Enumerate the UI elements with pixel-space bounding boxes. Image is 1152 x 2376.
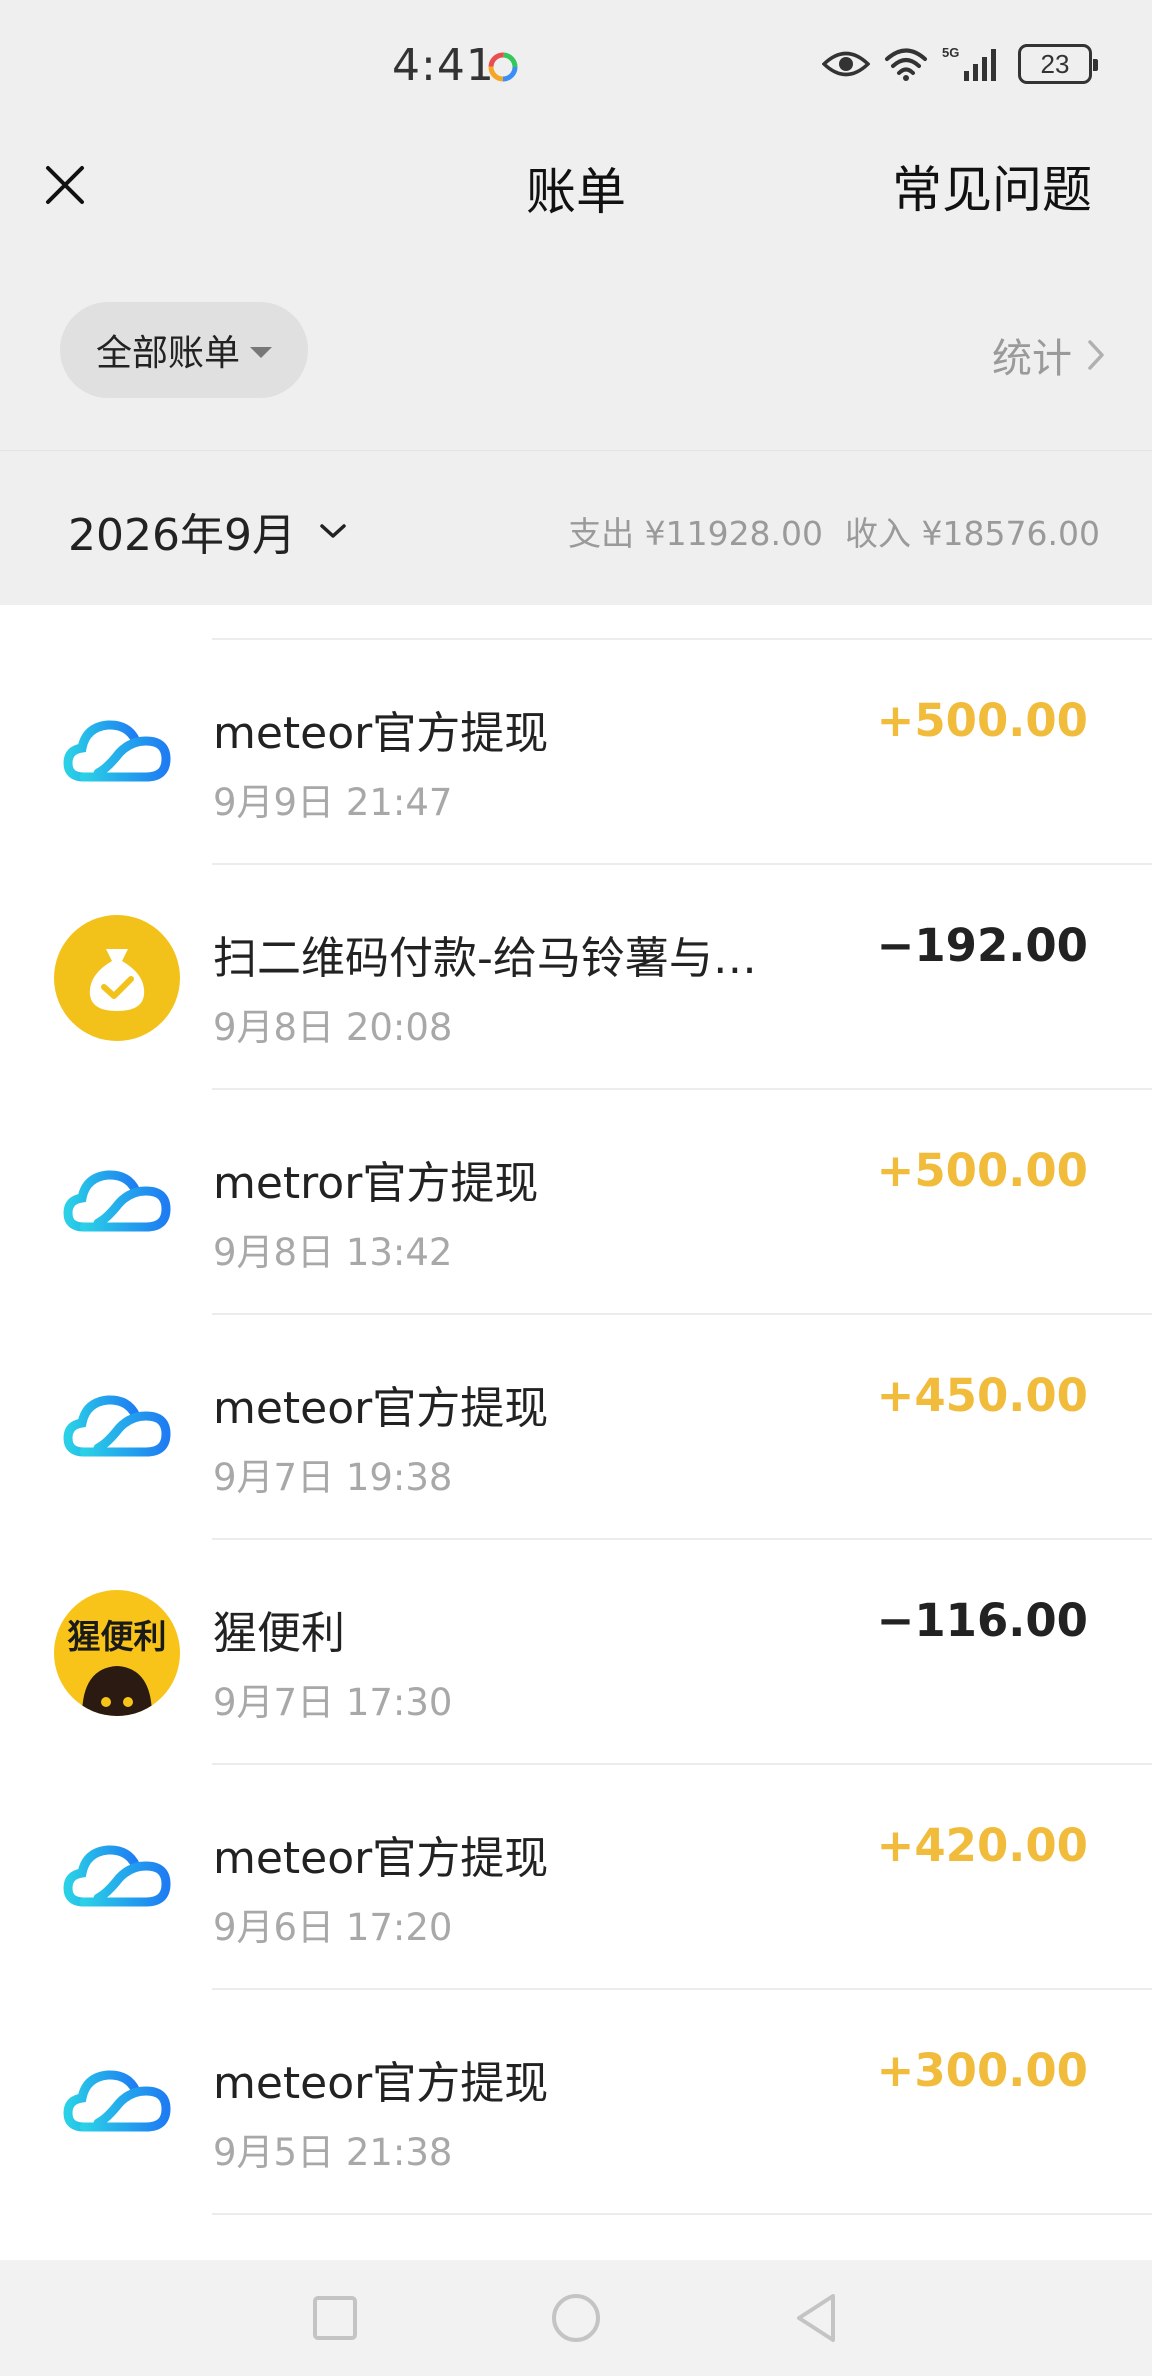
app-notification-icon xyxy=(488,52,518,82)
transaction-time: 9月7日 19:38 xyxy=(213,1456,453,1499)
list-divider xyxy=(212,2213,1152,2215)
transaction-title: meteor官方提现 xyxy=(213,708,549,759)
filter-row: 全部账单 统计 xyxy=(0,250,1152,450)
chevron-down-icon xyxy=(320,524,346,538)
transaction-amount: +450.00 xyxy=(876,1369,1088,1422)
transaction-amount: +500.00 xyxy=(876,1144,1088,1197)
cloud-icon xyxy=(54,2040,180,2166)
transaction-row[interactable]: meteor官方提现 9月6日 17:20 +420.00 xyxy=(0,1765,1152,1990)
statistics-link[interactable]: 统计 xyxy=(992,326,1106,384)
cloud-icon xyxy=(54,1815,180,1941)
transaction-row[interactable]: 猩便利 猩便利 9月7日 17:30 −116.00 xyxy=(0,1540,1152,1765)
network-type-label: 5G xyxy=(942,45,959,60)
chevron-right-icon xyxy=(1088,340,1104,370)
transaction-row[interactable]: meteor官方提现 9月9日 21:47 +500.00 xyxy=(0,640,1152,865)
logo-text: 猩便利 xyxy=(67,1617,167,1656)
month-summary: 支出 ¥11928.00 收入 ¥18576.00 xyxy=(568,507,1100,555)
status-icons: 5G 23 xyxy=(822,42,1098,86)
home-icon[interactable] xyxy=(544,2286,608,2350)
status-time: 4:41 xyxy=(392,40,495,91)
battery-level: 23 xyxy=(1040,48,1070,79)
transaction-amount: −192.00 xyxy=(876,919,1088,972)
cloud-icon xyxy=(54,1140,180,1266)
cloud-icon xyxy=(54,690,180,816)
cellular-signal-icon: 5G xyxy=(942,45,996,81)
transaction-time: 9月5日 21:38 xyxy=(213,2131,453,2174)
transaction-time: 9月8日 20:08 xyxy=(213,1006,453,1049)
month-label: 2026年9月 xyxy=(68,510,296,561)
transaction-title: meteor官方提现 xyxy=(213,2058,549,2109)
transaction-row[interactable]: meteor官方提现 9月5日 21:38 +300.00 xyxy=(0,1990,1152,2215)
header-bar: 账单 常见问题 xyxy=(0,120,1152,250)
faq-link[interactable]: 常见问题 xyxy=(892,150,1092,222)
transaction-list[interactable]: meteor官方提现 9月9日 21:47 +500.00 扫二维码付款-给马铃… xyxy=(0,605,1152,2260)
transaction-amount: −116.00 xyxy=(876,1594,1088,1647)
eye-icon xyxy=(822,51,870,77)
transaction-title: 扫二维码付款-给马铃薯与… xyxy=(213,933,757,984)
transaction-title: meteor官方提现 xyxy=(213,1833,549,1884)
caret-down-icon xyxy=(250,346,272,358)
cloud-icon xyxy=(54,1365,180,1491)
income-total: 收入 ¥18576.00 xyxy=(845,514,1100,553)
battery-indicator: 23 xyxy=(1018,44,1098,84)
wifi-icon xyxy=(885,48,927,81)
transaction-time: 9月6日 17:20 xyxy=(213,1906,453,1949)
system-nav-bar xyxy=(0,2260,1152,2376)
month-selector[interactable]: 2026年9月 xyxy=(68,499,348,563)
close-icon[interactable] xyxy=(40,160,90,210)
recents-icon[interactable] xyxy=(303,2286,367,2350)
transaction-time: 9月9日 21:47 xyxy=(213,781,453,824)
transaction-title: metror官方提现 xyxy=(213,1158,539,1209)
transaction-row[interactable]: 扫二维码付款-给马铃薯与… 9月8日 20:08 −192.00 xyxy=(0,865,1152,1090)
month-bar: 2026年9月 支出 ¥11928.00 收入 ¥18576.00 xyxy=(0,450,1152,605)
transaction-amount: +500.00 xyxy=(876,694,1088,747)
bill-type-label: 全部账单 xyxy=(95,333,240,374)
back-icon[interactable] xyxy=(785,2286,849,2350)
money-bag-icon xyxy=(54,915,180,1041)
xingbianli-logo: 猩便利 xyxy=(54,1590,180,1716)
transaction-time: 9月8日 13:42 xyxy=(213,1231,453,1274)
status-bar: 4:41 5G 23 xyxy=(0,0,1152,120)
expense-total: 支出 ¥11928.00 xyxy=(568,514,824,553)
transaction-time: 9月7日 17:30 xyxy=(213,1681,453,1724)
bill-type-dropdown[interactable]: 全部账单 xyxy=(60,302,308,398)
transaction-title: 猩便利 xyxy=(213,1608,345,1659)
transaction-row[interactable]: meteor官方提现 9月7日 19:38 +450.00 xyxy=(0,1315,1152,1540)
transaction-amount: +420.00 xyxy=(876,1819,1088,1872)
transaction-row[interactable]: metror官方提现 9月8日 13:42 +500.00 xyxy=(0,1090,1152,1315)
statistics-label: 统计 xyxy=(992,336,1072,382)
transaction-title: meteor官方提现 xyxy=(213,1383,549,1434)
transaction-amount: +300.00 xyxy=(876,2044,1088,2097)
